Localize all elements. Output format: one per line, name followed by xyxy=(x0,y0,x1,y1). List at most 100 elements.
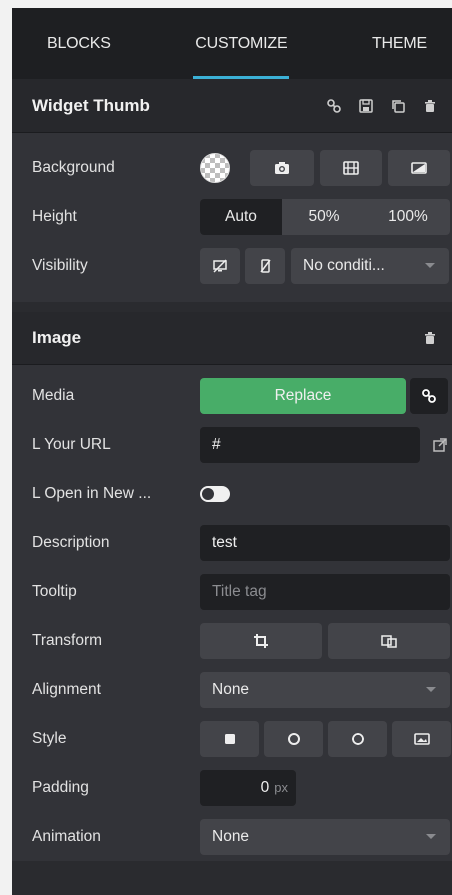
image-section-body: Media Replace L Your URL L Open in New .… xyxy=(12,365,452,873)
description-row: Description xyxy=(12,518,452,567)
url-label: L Your URL xyxy=(32,435,111,453)
visibility-row: Visibility No conditi... xyxy=(12,241,452,290)
replace-button[interactable]: Replace xyxy=(200,377,406,414)
style-row: Style xyxy=(12,714,452,763)
color-swatch[interactable] xyxy=(200,152,230,183)
chevron-down-icon xyxy=(425,263,435,268)
transform-label: Transform xyxy=(32,631,103,649)
height-segmented: Auto 50% 100% xyxy=(200,198,450,235)
crop-button[interactable] xyxy=(200,622,322,659)
copy-icon[interactable] xyxy=(386,94,410,118)
image-section-header: Image xyxy=(12,312,452,365)
height-label: Height xyxy=(32,207,77,225)
panel-footer xyxy=(12,861,452,895)
media-link-button[interactable] xyxy=(410,377,448,414)
hide-desktop-button[interactable] xyxy=(200,247,240,284)
padding-value: 0 xyxy=(260,778,270,796)
animation-row: Animation None xyxy=(12,812,452,861)
padding-unit: px xyxy=(274,780,288,795)
save-icon[interactable] xyxy=(354,94,378,118)
tab-customize[interactable]: CUSTOMIZE xyxy=(193,8,290,79)
visibility-select-value: No conditi... xyxy=(303,256,385,274)
media-label: Media xyxy=(32,386,75,404)
bg-image-button[interactable] xyxy=(250,149,314,186)
customize-panel: BLOCKS CUSTOMIZE THEME Widget Thumb Back… xyxy=(12,8,452,895)
gradient-icon xyxy=(411,161,427,174)
trash-icon[interactable] xyxy=(418,94,442,118)
visibility-select[interactable]: No conditi... xyxy=(291,247,449,284)
padding-controls: 0 px xyxy=(200,763,452,812)
background-label: Background xyxy=(32,158,115,176)
newtab-controls xyxy=(200,469,452,518)
height-100-option[interactable]: 100% xyxy=(366,199,450,235)
newtab-label: L Open in New ... xyxy=(32,484,152,502)
height-row: Height Auto 50% 100% xyxy=(12,192,452,241)
link-icon[interactable] xyxy=(322,94,346,118)
camera-icon xyxy=(275,161,289,174)
tooltip-row: Tooltip xyxy=(12,567,452,616)
background-row: Background xyxy=(12,143,452,192)
rounded-icon xyxy=(351,732,364,745)
height-50-option[interactable]: 50% xyxy=(282,199,366,235)
description-label: Description xyxy=(32,533,110,551)
desktop-off-icon xyxy=(213,258,227,273)
style-square-button[interactable] xyxy=(200,720,259,757)
widget-section-body: Background Height Auto 50% 100% Visibili… xyxy=(12,133,452,302)
description-controls xyxy=(200,518,452,567)
description-input[interactable] xyxy=(200,524,450,561)
panel-tabs: BLOCKS CUSTOMIZE THEME xyxy=(12,8,452,79)
newtab-row: L Open in New ... xyxy=(12,469,452,518)
padding-row: Padding 0 px xyxy=(12,763,452,812)
toggle-knob xyxy=(202,487,214,500)
section-divider xyxy=(12,302,452,312)
alignment-label: Alignment xyxy=(32,680,101,698)
newtab-toggle[interactable] xyxy=(200,485,230,502)
picture-icon xyxy=(413,732,430,745)
animation-select[interactable]: None xyxy=(200,818,450,855)
url-row: L Your URL xyxy=(12,420,452,469)
tab-theme[interactable]: THEME xyxy=(372,8,427,79)
chevron-down-icon xyxy=(426,834,436,839)
padding-field[interactable]: 0 px xyxy=(200,769,296,806)
circle-icon xyxy=(287,732,300,745)
style-rounded-button[interactable] xyxy=(328,720,387,757)
widget-title: Widget Thumb xyxy=(32,95,150,115)
style-frame-button[interactable] xyxy=(392,720,451,757)
resize-button[interactable] xyxy=(328,622,450,659)
tab-blocks[interactable]: BLOCKS xyxy=(47,8,111,79)
bg-gradient-button[interactable] xyxy=(388,149,450,186)
tooltip-input[interactable] xyxy=(200,573,450,610)
square-icon xyxy=(224,733,235,744)
widget-actions xyxy=(322,94,442,118)
style-label: Style xyxy=(32,729,67,747)
chevron-down-icon xyxy=(426,687,436,692)
visibility-label: Visibility xyxy=(32,256,88,274)
image-actions xyxy=(418,326,442,350)
animation-controls: None xyxy=(200,812,452,861)
animation-select-value: None xyxy=(212,827,250,845)
hide-mobile-button[interactable] xyxy=(245,247,285,284)
alignment-select-value: None xyxy=(212,680,250,698)
url-input[interactable] xyxy=(200,426,420,463)
tooltip-label: Tooltip xyxy=(32,582,77,600)
external-link-icon[interactable] xyxy=(428,433,452,457)
media-controls: Replace xyxy=(200,371,452,420)
alignment-row: Alignment None xyxy=(12,665,452,714)
url-controls xyxy=(200,420,452,469)
crop-icon xyxy=(254,633,268,648)
trash-icon[interactable] xyxy=(418,326,442,350)
animation-label: Animation xyxy=(32,827,101,845)
film-icon xyxy=(343,160,359,175)
link-icon xyxy=(422,388,436,403)
image-title: Image xyxy=(32,328,82,347)
bg-video-button[interactable] xyxy=(320,149,382,186)
padding-label: Padding xyxy=(32,778,89,796)
style-controls xyxy=(200,714,452,763)
media-row: Media Replace xyxy=(12,371,452,420)
style-circle-button[interactable] xyxy=(264,720,323,757)
height-auto-option[interactable]: Auto xyxy=(200,198,282,235)
transform-controls xyxy=(200,616,452,665)
height-controls: Auto 50% 100% xyxy=(200,192,452,241)
mobile-off-icon xyxy=(260,258,271,273)
alignment-select[interactable]: None xyxy=(200,671,450,708)
